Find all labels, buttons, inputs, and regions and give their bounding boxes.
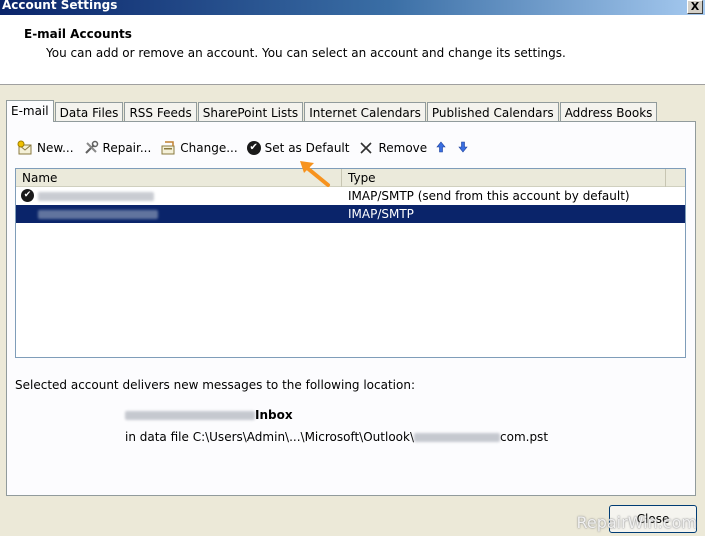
- change-button[interactable]: Change...: [160, 140, 238, 156]
- account-type-cell: IMAP/SMTP: [348, 207, 414, 221]
- data-file-path: in data file C:\Users\Admin\...\Microsof…: [125, 430, 548, 444]
- delivery-folder: Inbox: [255, 408, 293, 422]
- tab-rss-feeds[interactable]: RSS Feeds: [124, 102, 197, 122]
- redacted-mailbox-name: [125, 411, 255, 420]
- remove-x-icon: [358, 140, 374, 156]
- header-title: E-mail Accounts: [24, 27, 132, 41]
- new-account-icon: [17, 140, 33, 156]
- checkmark-icon: ✔: [246, 141, 261, 155]
- repair-button[interactable]: Repair...: [83, 140, 152, 156]
- arrow-up-icon[interactable]: [436, 141, 446, 156]
- column-header-type[interactable]: Type: [342, 169, 666, 187]
- accounts-list[interactable]: Name Type ✔ IMAP/SMTP (send from this ac…: [15, 168, 686, 358]
- watermark-logo: RepairWin.com: [576, 513, 697, 532]
- account-type-cell: IMAP/SMTP (send from this account by def…: [348, 189, 630, 203]
- remove-button[interactable]: Remove: [358, 140, 427, 156]
- delivery-description: Selected account delivers new messages t…: [15, 378, 416, 392]
- set-as-default-label: Set as Default: [264, 141, 350, 155]
- window-close-button[interactable]: X: [687, 0, 703, 14]
- column-header-name[interactable]: Name: [16, 169, 342, 187]
- change-label: Change...: [180, 141, 238, 155]
- tab-address-books[interactable]: Address Books: [559, 102, 658, 122]
- list-header: Name Type: [16, 169, 685, 187]
- account-row-selected[interactable]: IMAP/SMTP: [16, 205, 685, 223]
- redacted-file-name: [414, 433, 500, 442]
- repair-label: Repair...: [102, 141, 152, 155]
- redacted-account-name: [38, 192, 154, 201]
- tab-data-files[interactable]: Data Files: [54, 102, 124, 122]
- tab-strip: E-mail Data Files RSS Feeds SharePoint L…: [6, 100, 658, 122]
- default-account-check-icon: ✔: [21, 189, 34, 202]
- window-title: Account Settings: [2, 0, 118, 12]
- data-file-prefix: in data file C:\Users\Admin\...\Microsof…: [125, 430, 414, 444]
- header-subtitle: You can add or remove an account. You ca…: [46, 46, 566, 60]
- data-file-suffix: com.pst: [500, 430, 549, 444]
- new-button[interactable]: New...: [17, 140, 74, 156]
- change-settings-icon: [160, 140, 176, 156]
- redacted-account-name: [38, 210, 158, 219]
- account-name-cell: ✔: [16, 187, 342, 205]
- tab-published-calendars[interactable]: Published Calendars: [426, 102, 559, 122]
- delivery-location: Inbox: [125, 408, 293, 422]
- tab-sharepoint-lists[interactable]: SharePoint Lists: [197, 102, 304, 122]
- annotation-arrow-icon: [300, 161, 330, 187]
- tab-internet-calendars[interactable]: Internet Calendars: [304, 102, 426, 122]
- tab-email[interactable]: E-mail: [6, 100, 54, 122]
- title-bar: Account Settings X: [0, 0, 705, 15]
- arrow-down-icon[interactable]: [458, 141, 468, 156]
- email-tab-panel: New... Repair... Change... ✔ Set as Defa…: [6, 121, 696, 496]
- account-row[interactable]: ✔ IMAP/SMTP (send from this account by d…: [16, 187, 685, 205]
- dialog-header: E-mail Accounts You can add or remove an…: [0, 15, 705, 85]
- repair-tools-icon: [83, 140, 99, 156]
- account-name-cell: [16, 205, 342, 223]
- remove-label: Remove: [378, 141, 428, 155]
- new-label: New...: [37, 141, 74, 155]
- accounts-toolbar: New... Repair... Change... ✔ Set as Defa…: [17, 138, 480, 158]
- set-as-default-button[interactable]: ✔ Set as Default: [246, 141, 350, 155]
